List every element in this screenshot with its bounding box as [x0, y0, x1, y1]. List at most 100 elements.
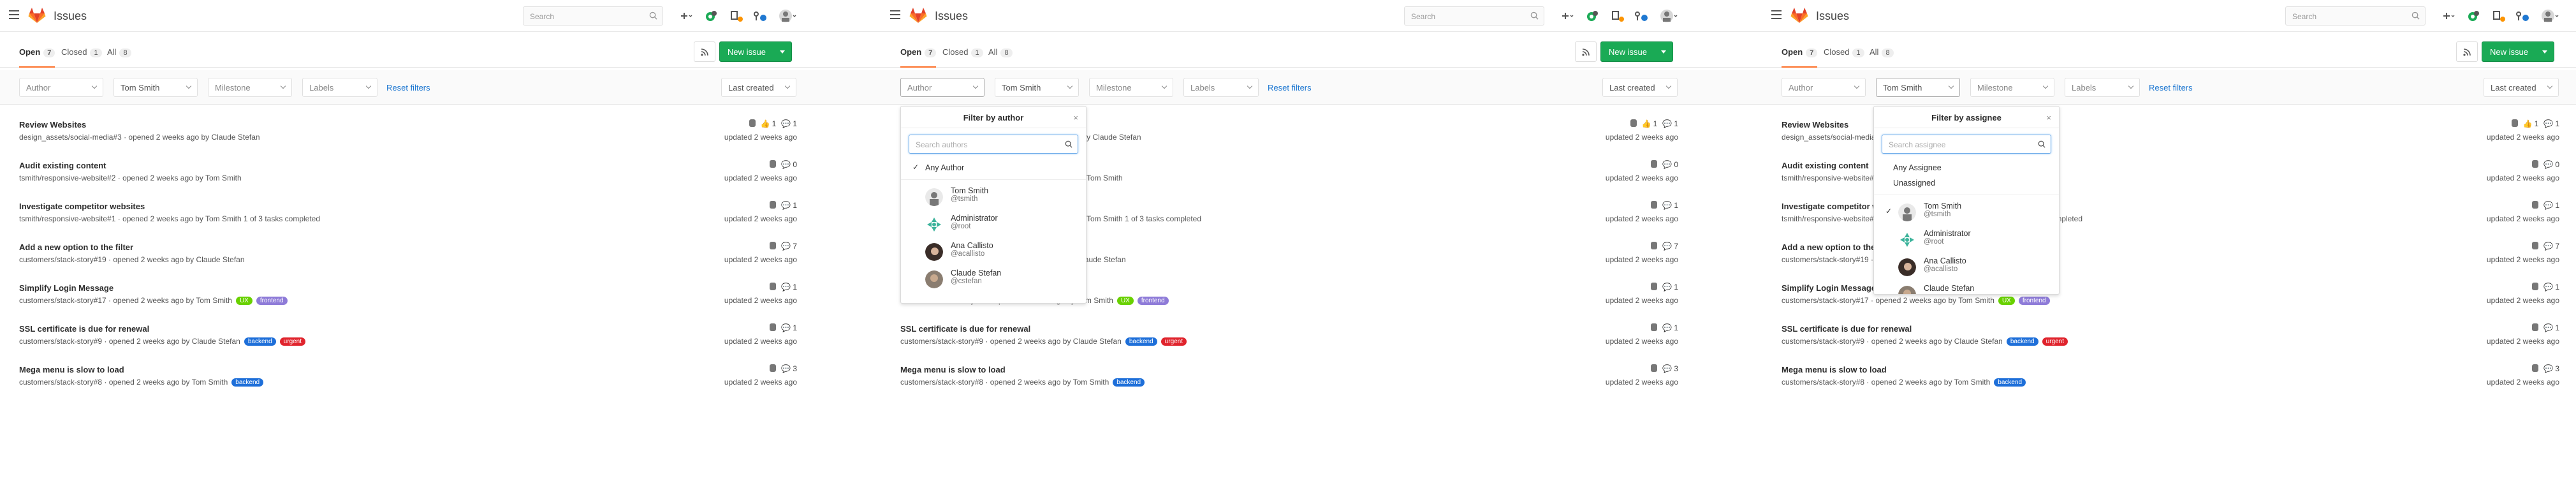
author-filter[interactable]: Author [1782, 78, 1866, 97]
author-filter[interactable]: Author [19, 78, 103, 97]
assignee-filter[interactable]: Tom Smith [995, 78, 1079, 97]
tab-closed[interactable]: Closed 1 [61, 36, 102, 68]
user-option-tsmith[interactable]: Tom Smith@tsmith [1874, 199, 2059, 226]
issue-label-badge[interactable]: frontend [256, 297, 288, 305]
labels-filter[interactable]: Labels [302, 78, 377, 97]
issue-label-badge[interactable]: urgent [2042, 337, 2068, 346]
any-assignee-option[interactable]: Any Assignee [1874, 160, 2059, 175]
milestone-filter[interactable]: Milestone [208, 78, 292, 97]
tab-open[interactable]: Open 7 [900, 36, 937, 68]
issue-label-badge[interactable]: urgent [1160, 337, 1187, 346]
issue-title-link[interactable]: Review Websites [19, 120, 86, 129]
issue-label-badge[interactable]: backend [1113, 378, 1145, 387]
reset-filters-link[interactable]: Reset filters [386, 83, 430, 92]
user-option-tsmith[interactable]: Tom Smith@tsmith [901, 184, 1086, 211]
issue-title-link[interactable]: Mega menu is slow to load [19, 365, 124, 374]
rss-button[interactable] [694, 41, 715, 62]
issue-label-badge[interactable]: UX [1116, 297, 1134, 305]
search-input[interactable]: Search [523, 6, 663, 26]
plus-icon[interactable] [2438, 6, 2457, 26]
author-filter[interactable]: Author [900, 78, 984, 97]
user-option-cstefan[interactable]: Claude Stefan [1874, 281, 2059, 294]
issue-title-link[interactable]: Audit existing content [1782, 161, 1869, 170]
labels-filter[interactable]: Labels [1183, 78, 1259, 97]
user-option-root[interactable]: Administrator @root [901, 211, 1086, 239]
tab-open[interactable]: Open 7 [19, 36, 55, 68]
milestone-filter[interactable]: Milestone [1089, 78, 1173, 97]
new-issue-button[interactable]: New issue [719, 41, 792, 62]
any-author-option[interactable]: Any Author [901, 160, 1086, 175]
issue-title-link[interactable]: SSL certificate is due for renewal [900, 324, 1030, 334]
issue-label-badge[interactable]: UX [1998, 297, 2015, 305]
todo-icon[interactable] [701, 6, 721, 26]
issue-label-badge[interactable]: frontend [2018, 297, 2050, 305]
issue-title-link[interactable]: Investigate competitor websites [19, 202, 145, 211]
issue-title-link[interactable]: SSL certificate is due for renewal [1782, 324, 1912, 334]
tab-all[interactable]: All 8 [107, 36, 131, 68]
todo-icon[interactable] [2464, 6, 2483, 26]
tab-closed[interactable]: Closed 1 [1824, 36, 1864, 68]
user-option-acallisto[interactable]: Ana Callisto @acallisto [1874, 254, 2059, 281]
hamburger-icon[interactable] [1771, 10, 1782, 19]
user-option-cstefan[interactable]: Claude Stefan @cstefan [901, 266, 1086, 293]
sort-dropdown[interactable]: Last created [1602, 78, 1678, 97]
issue-row[interactable]: Mega menu is slow to load customers/stack… [19, 360, 797, 401]
issue-row[interactable]: Investigate competitor websites tsmith/re… [19, 196, 797, 237]
user-option-root[interactable]: Administrator @root [1874, 226, 2059, 254]
unassigned-option[interactable]: Unassigned [1874, 175, 2059, 191]
plus-icon[interactable] [1557, 6, 1576, 26]
issue-label-badge[interactable]: UX [235, 297, 252, 305]
todo-icon[interactable] [1583, 6, 1602, 26]
issue-row[interactable]: SSL certificate is due for renewal custom… [19, 319, 797, 360]
issue-row[interactable]: Mega menu is slow to load customers/stack… [1782, 360, 2559, 401]
new-issue-button[interactable]: New issue [2482, 41, 2554, 62]
issues-icon[interactable] [1608, 6, 1627, 26]
sort-dropdown[interactable]: Last created [2484, 78, 2559, 97]
issue-label-badge[interactable]: backend [231, 378, 264, 387]
issue-label-badge[interactable]: backend [1994, 378, 2026, 387]
issue-row[interactable]: SSL certificate is due for renewal custom… [900, 319, 1678, 360]
user-avatar-icon[interactable] [2540, 6, 2559, 26]
gitlab-logo[interactable] [909, 7, 927, 24]
sort-dropdown[interactable]: Last created [721, 78, 796, 97]
tab-all[interactable]: All 8 [988, 36, 1013, 68]
assignee-filter[interactable]: Tom Smith [1876, 78, 1960, 97]
issues-icon[interactable] [2489, 6, 2508, 26]
user-avatar-icon[interactable] [1659, 6, 1678, 26]
merge-request-icon[interactable] [1631, 6, 1650, 26]
user-avatar-icon[interactable] [778, 6, 797, 26]
issue-row[interactable]: Review Websites design_assets/social-medi… [19, 115, 797, 156]
issue-title-link[interactable]: Audit existing content [19, 161, 106, 170]
issue-label-badge[interactable]: backend [244, 337, 276, 346]
issue-label-badge[interactable]: backend [2006, 337, 2038, 346]
merge-request-icon[interactable] [750, 6, 769, 26]
author-search-input[interactable]: Search authors [909, 135, 1078, 154]
labels-filter[interactable]: Labels [2065, 78, 2140, 97]
close-icon[interactable]: × [2046, 113, 2051, 122]
user-option-acallisto[interactable]: Ana Callisto @acallisto [901, 239, 1086, 266]
issue-title-link[interactable]: Simplify Login Message [19, 283, 113, 293]
issue-row[interactable]: Add a new option to the filter customers/… [19, 237, 797, 278]
issue-row[interactable]: Simplify Login Message customers/stack-st… [19, 278, 797, 319]
search-input[interactable]: Search [1404, 6, 1544, 26]
issues-icon[interactable] [727, 6, 746, 26]
reset-filters-link[interactable]: Reset filters [1268, 83, 1312, 92]
issue-title-link[interactable]: Mega menu is slow to load [900, 365, 1006, 374]
issue-row[interactable]: SSL certificate is due for renewal custom… [1782, 319, 2559, 360]
milestone-filter[interactable]: Milestone [1970, 78, 2054, 97]
plus-icon[interactable] [676, 6, 695, 26]
issue-title-link[interactable]: Review Websites [1782, 120, 1848, 129]
search-input[interactable]: Search [2285, 6, 2426, 26]
rss-button[interactable] [2456, 41, 2478, 62]
gitlab-logo[interactable] [28, 7, 46, 24]
close-icon[interactable]: × [1073, 113, 1078, 122]
hamburger-icon[interactable] [9, 10, 19, 19]
issue-row[interactable]: Mega menu is slow to load customers/stack… [900, 360, 1678, 401]
assignee-filter[interactable]: Tom Smith [113, 78, 198, 97]
issue-label-badge[interactable]: backend [1125, 337, 1157, 346]
issue-row[interactable]: Audit existing content tsmith/responsive-… [19, 156, 797, 196]
gitlab-logo[interactable] [1790, 7, 1808, 24]
new-issue-button[interactable]: New issue [1600, 41, 1673, 62]
issue-label-badge[interactable]: frontend [1137, 297, 1169, 305]
issue-title-link[interactable]: Mega menu is slow to load [1782, 365, 1887, 374]
